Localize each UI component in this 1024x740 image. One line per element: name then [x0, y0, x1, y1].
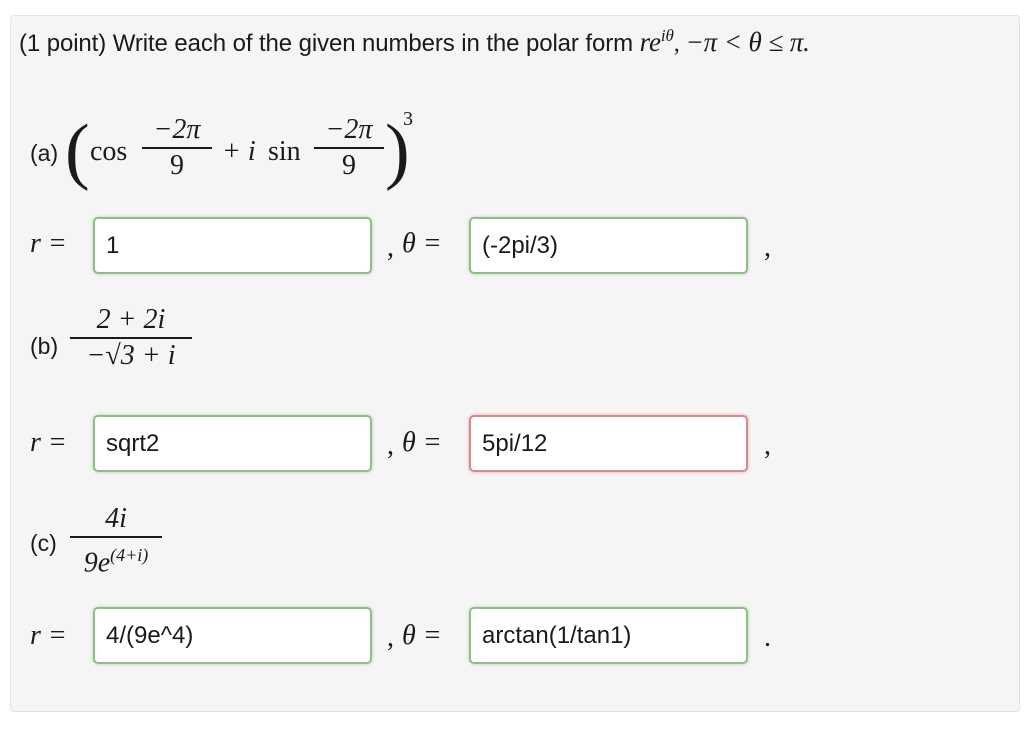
r-label-b: r = [30, 427, 67, 458]
left-paren: ( [65, 110, 90, 192]
plus-i: + i [222, 136, 256, 167]
cos-word: cos [90, 136, 128, 167]
theta-label-a: θ = [402, 228, 442, 259]
theta-input-b[interactable]: 5pi/12 [469, 415, 748, 472]
trailing-c: . [764, 622, 771, 653]
part-b-label: (b) [30, 333, 59, 359]
polar-form: reiθ [639, 26, 674, 57]
part-a-angle-fraction-1: −2π 9 [142, 116, 212, 180]
part-c-label: (c) [30, 530, 57, 556]
r-label-a: r = [30, 228, 67, 259]
r-label-c: r = [30, 620, 67, 651]
r-input-b[interactable]: sqrt2 [93, 415, 372, 472]
r-input-a[interactable]: 1 [93, 217, 372, 274]
theta-label-c: θ = [402, 620, 442, 651]
problem-header: (1 point) Write each of the given number… [19, 26, 810, 57]
part-a-angle-fraction-2: −2π 9 [314, 116, 384, 180]
part-b-fraction: 2 + 2i −√3 + i [70, 306, 192, 370]
part-b-numerator: 2 + 2i [96, 304, 166, 335]
part-c-fraction: 4i 9e(4+i) [70, 505, 162, 577]
part-b-denominator: −√3 + i [86, 340, 176, 371]
theta-constraint: −π < θ ≤ π. [685, 27, 810, 57]
trailing-b: , [764, 430, 771, 461]
theta-label-b: θ = [402, 427, 442, 458]
sin-word: sin [268, 136, 301, 167]
part-a-power: 3 [403, 108, 413, 130]
r-input-c[interactable]: 4/(9e^4) [93, 607, 372, 664]
points-label: (1 point) [19, 30, 107, 57]
theta-input-a[interactable]: (-2pi/3) [469, 217, 748, 274]
trailing-a: , [764, 232, 771, 263]
part-a-label: (a) [30, 140, 59, 166]
part-c-denominator: 9e(4+i) [83, 545, 149, 579]
part-c-numerator: 4i [105, 503, 127, 534]
instruction-text: Write each of the given numbers in the p… [112, 30, 633, 57]
theta-input-c[interactable]: arctan(1/tan1) [469, 607, 748, 664]
